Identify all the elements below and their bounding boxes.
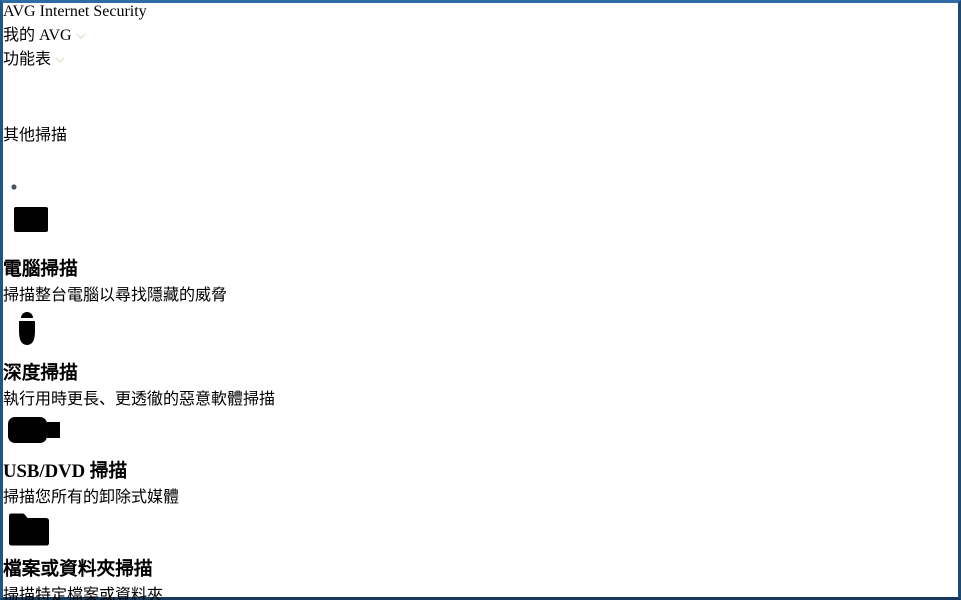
tile-title: 檔案或資料夾掃描	[3, 554, 958, 581]
folder-icon	[3, 507, 55, 549]
tile-desc: 掃描您所有的卸除式媒體	[3, 483, 958, 507]
minimize-icon	[3, 69, 24, 90]
close-icon	[3, 95, 24, 116]
monitor-icon	[3, 203, 59, 249]
tile-deep-scan[interactable]: 深度掃描 執行用時更長、更透徹的惡意軟體掃描	[3, 305, 958, 409]
menu-my-avg-label: 我的 AVG	[3, 27, 72, 44]
close-button[interactable]	[3, 95, 958, 121]
brand: AVG Internet Security	[3, 3, 958, 21]
gear-icon	[3, 176, 25, 198]
minimize-button[interactable]	[3, 69, 958, 95]
window-titlebar: AVG Internet Security 我的 AVG 功能表	[3, 3, 958, 121]
menu-main-label: 功能表	[3, 51, 51, 68]
tile-file-folder-scan[interactable]: 檔案或資料夾掃描 掃描特定檔案或資料夾	[3, 507, 958, 600]
settings-button[interactable]	[3, 176, 958, 203]
product-name: Internet Security	[40, 3, 147, 20]
brand-name: AVG	[3, 3, 36, 20]
chevron-left-icon	[3, 145, 21, 171]
chevron-down-icon	[76, 33, 86, 40]
menu-my-avg[interactable]: 我的 AVG	[3, 21, 958, 45]
tile-desc: 掃描整台電腦以尋找隱藏的威脅	[3, 281, 958, 305]
tile-title: USB/DVD 掃描	[3, 456, 958, 483]
tile-computer-scan[interactable]: 電腦掃描 掃描整台電腦以尋找隱藏的威脅	[3, 203, 958, 305]
tile-usb-dvd-scan[interactable]: USB/DVD 掃描 掃描您所有的卸除式媒體	[3, 409, 958, 507]
chevron-down-icon	[55, 57, 65, 64]
tile-desc: 掃描特定檔案或資料夾	[3, 581, 958, 600]
page-title: 其他掃描	[3, 121, 958, 145]
tile-desc: 執行用時更長、更透徹的惡意軟體掃描	[3, 385, 958, 409]
usb-drive-icon	[3, 409, 67, 451]
app-window: AVG Internet Security 我的 AVG 功能表	[0, 0, 961, 600]
back-button[interactable]	[3, 145, 958, 176]
page-header: 其他掃描	[3, 121, 958, 203]
bug-icon	[3, 305, 51, 353]
scan-grid: 電腦掃描 掃描整台電腦以尋找隱藏的威脅 深度掃描 執行用時更長、更透徹的惡意軟體…	[3, 203, 958, 600]
menu-main[interactable]: 功能表	[3, 45, 958, 69]
tile-title: 深度掃描	[3, 358, 958, 385]
tile-title: 電腦掃描	[3, 254, 958, 281]
